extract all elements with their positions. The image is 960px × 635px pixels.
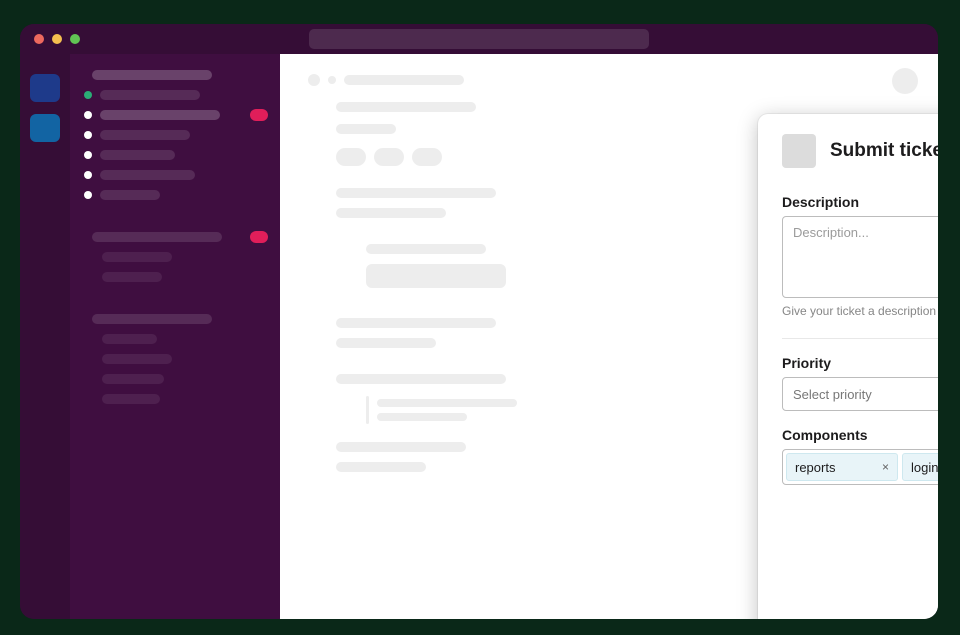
sidebar-item[interactable] xyxy=(80,70,270,80)
workspace-icon[interactable] xyxy=(30,74,60,102)
description-label: Description xyxy=(782,194,938,210)
sidebar-item[interactable] xyxy=(80,252,270,262)
description-input[interactable] xyxy=(782,216,938,298)
sidebar-item[interactable] xyxy=(80,130,270,140)
sidebar-section-header[interactable] xyxy=(80,314,270,324)
app-icon xyxy=(782,134,816,168)
window-zoom-icon[interactable] xyxy=(70,34,80,44)
component-tag[interactable]: login × xyxy=(902,453,938,481)
app-window: Submit ticket Description Give your tick… xyxy=(20,24,938,619)
component-tag[interactable]: reports × xyxy=(786,453,898,481)
sidebar-item[interactable] xyxy=(80,90,270,100)
unread-badge xyxy=(250,231,268,243)
workspace-icon[interactable] xyxy=(30,114,60,142)
priority-label: Priority xyxy=(782,355,938,371)
priority-select[interactable]: Select priority xyxy=(782,377,938,411)
window-close-icon[interactable] xyxy=(34,34,44,44)
sidebar-item[interactable] xyxy=(80,190,270,200)
sidebar-item[interactable] xyxy=(80,374,270,384)
window-minimize-icon[interactable] xyxy=(52,34,62,44)
message-pane: Submit ticket Description Give your tick… xyxy=(280,54,938,619)
description-helper: Give your ticket a description xyxy=(782,304,938,318)
remove-tag-icon[interactable]: × xyxy=(882,460,889,474)
sidebar-item[interactable] xyxy=(80,334,270,344)
sidebar-item[interactable] xyxy=(80,110,270,120)
sidebar-item[interactable] xyxy=(80,394,270,404)
search-input[interactable] xyxy=(309,29,649,49)
workspace-rail xyxy=(20,54,70,619)
divider xyxy=(782,338,938,339)
sidebar-item[interactable] xyxy=(80,354,270,364)
components-field[interactable]: reports × login × alerts × xyxy=(782,449,938,485)
priority-placeholder: Select priority xyxy=(793,387,872,402)
components-label: Components xyxy=(782,427,938,443)
sidebar-item[interactable] xyxy=(80,170,270,180)
tag-label: reports xyxy=(795,460,835,475)
channel-sidebar xyxy=(70,54,280,619)
titlebar xyxy=(20,24,938,54)
submit-ticket-modal: Submit ticket Description Give your tick… xyxy=(758,114,938,619)
modal-title: Submit ticket xyxy=(830,140,938,162)
tag-label: login xyxy=(911,460,938,475)
sidebar-section-header[interactable] xyxy=(80,232,270,242)
unread-badge xyxy=(250,109,268,121)
user-avatar[interactable] xyxy=(892,68,918,94)
sidebar-item[interactable] xyxy=(80,272,270,282)
sidebar-item[interactable] xyxy=(80,150,270,160)
